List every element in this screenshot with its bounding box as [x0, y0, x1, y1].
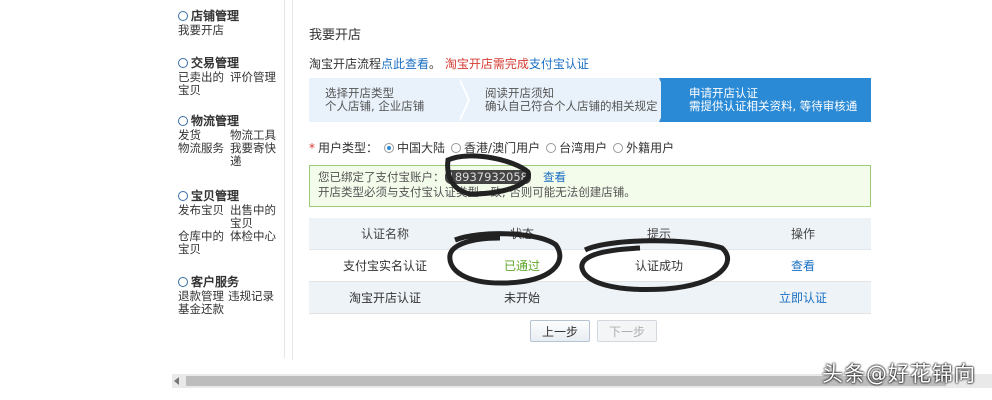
- step-indicator: 选择开店类型 个人店铺, 企业店铺 阅读开店须知 确认自己符合个人店铺的相关规定…: [309, 78, 871, 122]
- sidebar-section-trade: 交易管理 已卖出的宝贝评价管理: [178, 55, 282, 97]
- sidebar: 店铺管理 我要开店 交易管理 已卖出的宝贝评价管理 物流管理 发货 物流工具 物流服…: [172, 0, 285, 358]
- service-icon: [178, 277, 188, 287]
- sidebar-link-violations[interactable]: 违规记录: [228, 290, 274, 303]
- section-title: 物流管理: [191, 114, 240, 128]
- radio-hk-macau[interactable]: [451, 142, 462, 153]
- view-cert-link[interactable]: 查看: [791, 259, 815, 273]
- sidebar-section-logistics: 物流管理 发货 物流工具 物流服务 我要寄快递: [178, 113, 284, 168]
- warn-text: 淘宝开店需完成: [444, 57, 529, 71]
- step-2: 阅读开店须知 确认自己符合个人店铺的相关规定: [485, 86, 658, 113]
- user-type-row: * 用户类型： 中国大陆 香港/澳门用户 台湾用户 外籍用户: [309, 140, 675, 156]
- bind-note: 开店类型必须与支付宝认证类型一致, 否则可能无法创建店铺。: [318, 185, 636, 199]
- goods-icon: [178, 191, 188, 201]
- sidebar-section-goods: 宝贝管理 发布宝贝 出售中的宝贝 仓库中的宝贝体检中心: [178, 188, 284, 256]
- sidebar-link-send-express[interactable]: 我要寄快递: [230, 142, 280, 168]
- sidebar-link-publish[interactable]: 发布宝贝: [178, 204, 226, 217]
- start-cert-link[interactable]: 立即认证: [779, 291, 827, 305]
- sidebar-link-sold[interactable]: 已卖出的宝贝: [178, 71, 226, 97]
- alipay-bind-notice: 您已绑定了支付宝账户： 18937932058 查看 开店类型必须与支付宝认证类型一…: [309, 165, 871, 207]
- table-row: 支付宝实名认证 已通过 认证成功 查看: [309, 249, 871, 282]
- shop-icon: [178, 11, 188, 21]
- prev-button[interactable]: 上一步: [530, 320, 590, 342]
- sidebar-link-open-shop[interactable]: 我要开店: [178, 24, 224, 37]
- status-badge: 未开始: [461, 281, 583, 314]
- sidebar-link-logistics-service[interactable]: 物流服务: [178, 142, 226, 155]
- radio-taiwan[interactable]: [546, 142, 557, 153]
- section-title: 客户服务: [191, 275, 240, 289]
- table-header: 认证名称 状态 提示 操作: [309, 218, 871, 250]
- sidebar-link-check-center[interactable]: 体检中心: [230, 230, 276, 243]
- scroll-left-icon[interactable]: [174, 377, 179, 385]
- sidebar-section-shop: 店铺管理 我要开店: [178, 8, 239, 37]
- view-account-link[interactable]: 查看: [543, 170, 566, 184]
- sidebar-link-fund-repay[interactable]: 基金还款: [178, 303, 224, 316]
- step-3-active: 申请开店认证 需提供认证相关资料, 等待审核通: [659, 78, 871, 122]
- sidebar-link-on-sale[interactable]: 出售中的宝贝: [230, 204, 280, 230]
- section-title: 交易管理: [191, 56, 240, 70]
- next-button[interactable]: 下一步: [597, 320, 657, 342]
- user-type-label: 用户类型：: [318, 141, 379, 155]
- sidebar-section-service: 客户服务 退款管理 违规记录 基金还款: [178, 274, 284, 316]
- page-title: 我要开店: [309, 28, 362, 43]
- radio-foreign[interactable]: [613, 142, 624, 153]
- radio-mainland[interactable]: [384, 142, 395, 153]
- sidebar-link-reviews[interactable]: 评价管理: [230, 71, 276, 84]
- trade-icon: [178, 58, 188, 68]
- sidebar-link-warehouse[interactable]: 仓库中的宝贝: [178, 230, 226, 256]
- status-badge: 已通过: [461, 249, 583, 282]
- logistics-icon: [178, 116, 188, 126]
- watermark: 头条@好花锦向: [822, 362, 976, 386]
- cert-table: 认证名称 状态 提示 操作 支付宝实名认证 已通过 认证成功 查看 淘宝开店认证…: [309, 218, 871, 314]
- flow-note: 淘宝开店流程点此查看。 淘宝开店需完成支付宝认证: [309, 57, 589, 71]
- flow-link[interactable]: 点此查看: [381, 57, 429, 71]
- alipay-cert-link[interactable]: 支付宝认证: [529, 57, 589, 71]
- section-title: 宝贝管理: [191, 189, 240, 203]
- alipay-account: 18937932058: [444, 170, 531, 184]
- table-row: 淘宝开店认证 未开始 立即认证: [309, 281, 871, 314]
- main-panel: 我要开店 淘宝开店流程点此查看。 淘宝开店需完成支付宝认证 选择开店类型 个人店…: [292, 0, 885, 360]
- step-1: 选择开店类型 个人店铺, 企业店铺: [325, 86, 425, 113]
- section-title: 店铺管理: [191, 9, 240, 23]
